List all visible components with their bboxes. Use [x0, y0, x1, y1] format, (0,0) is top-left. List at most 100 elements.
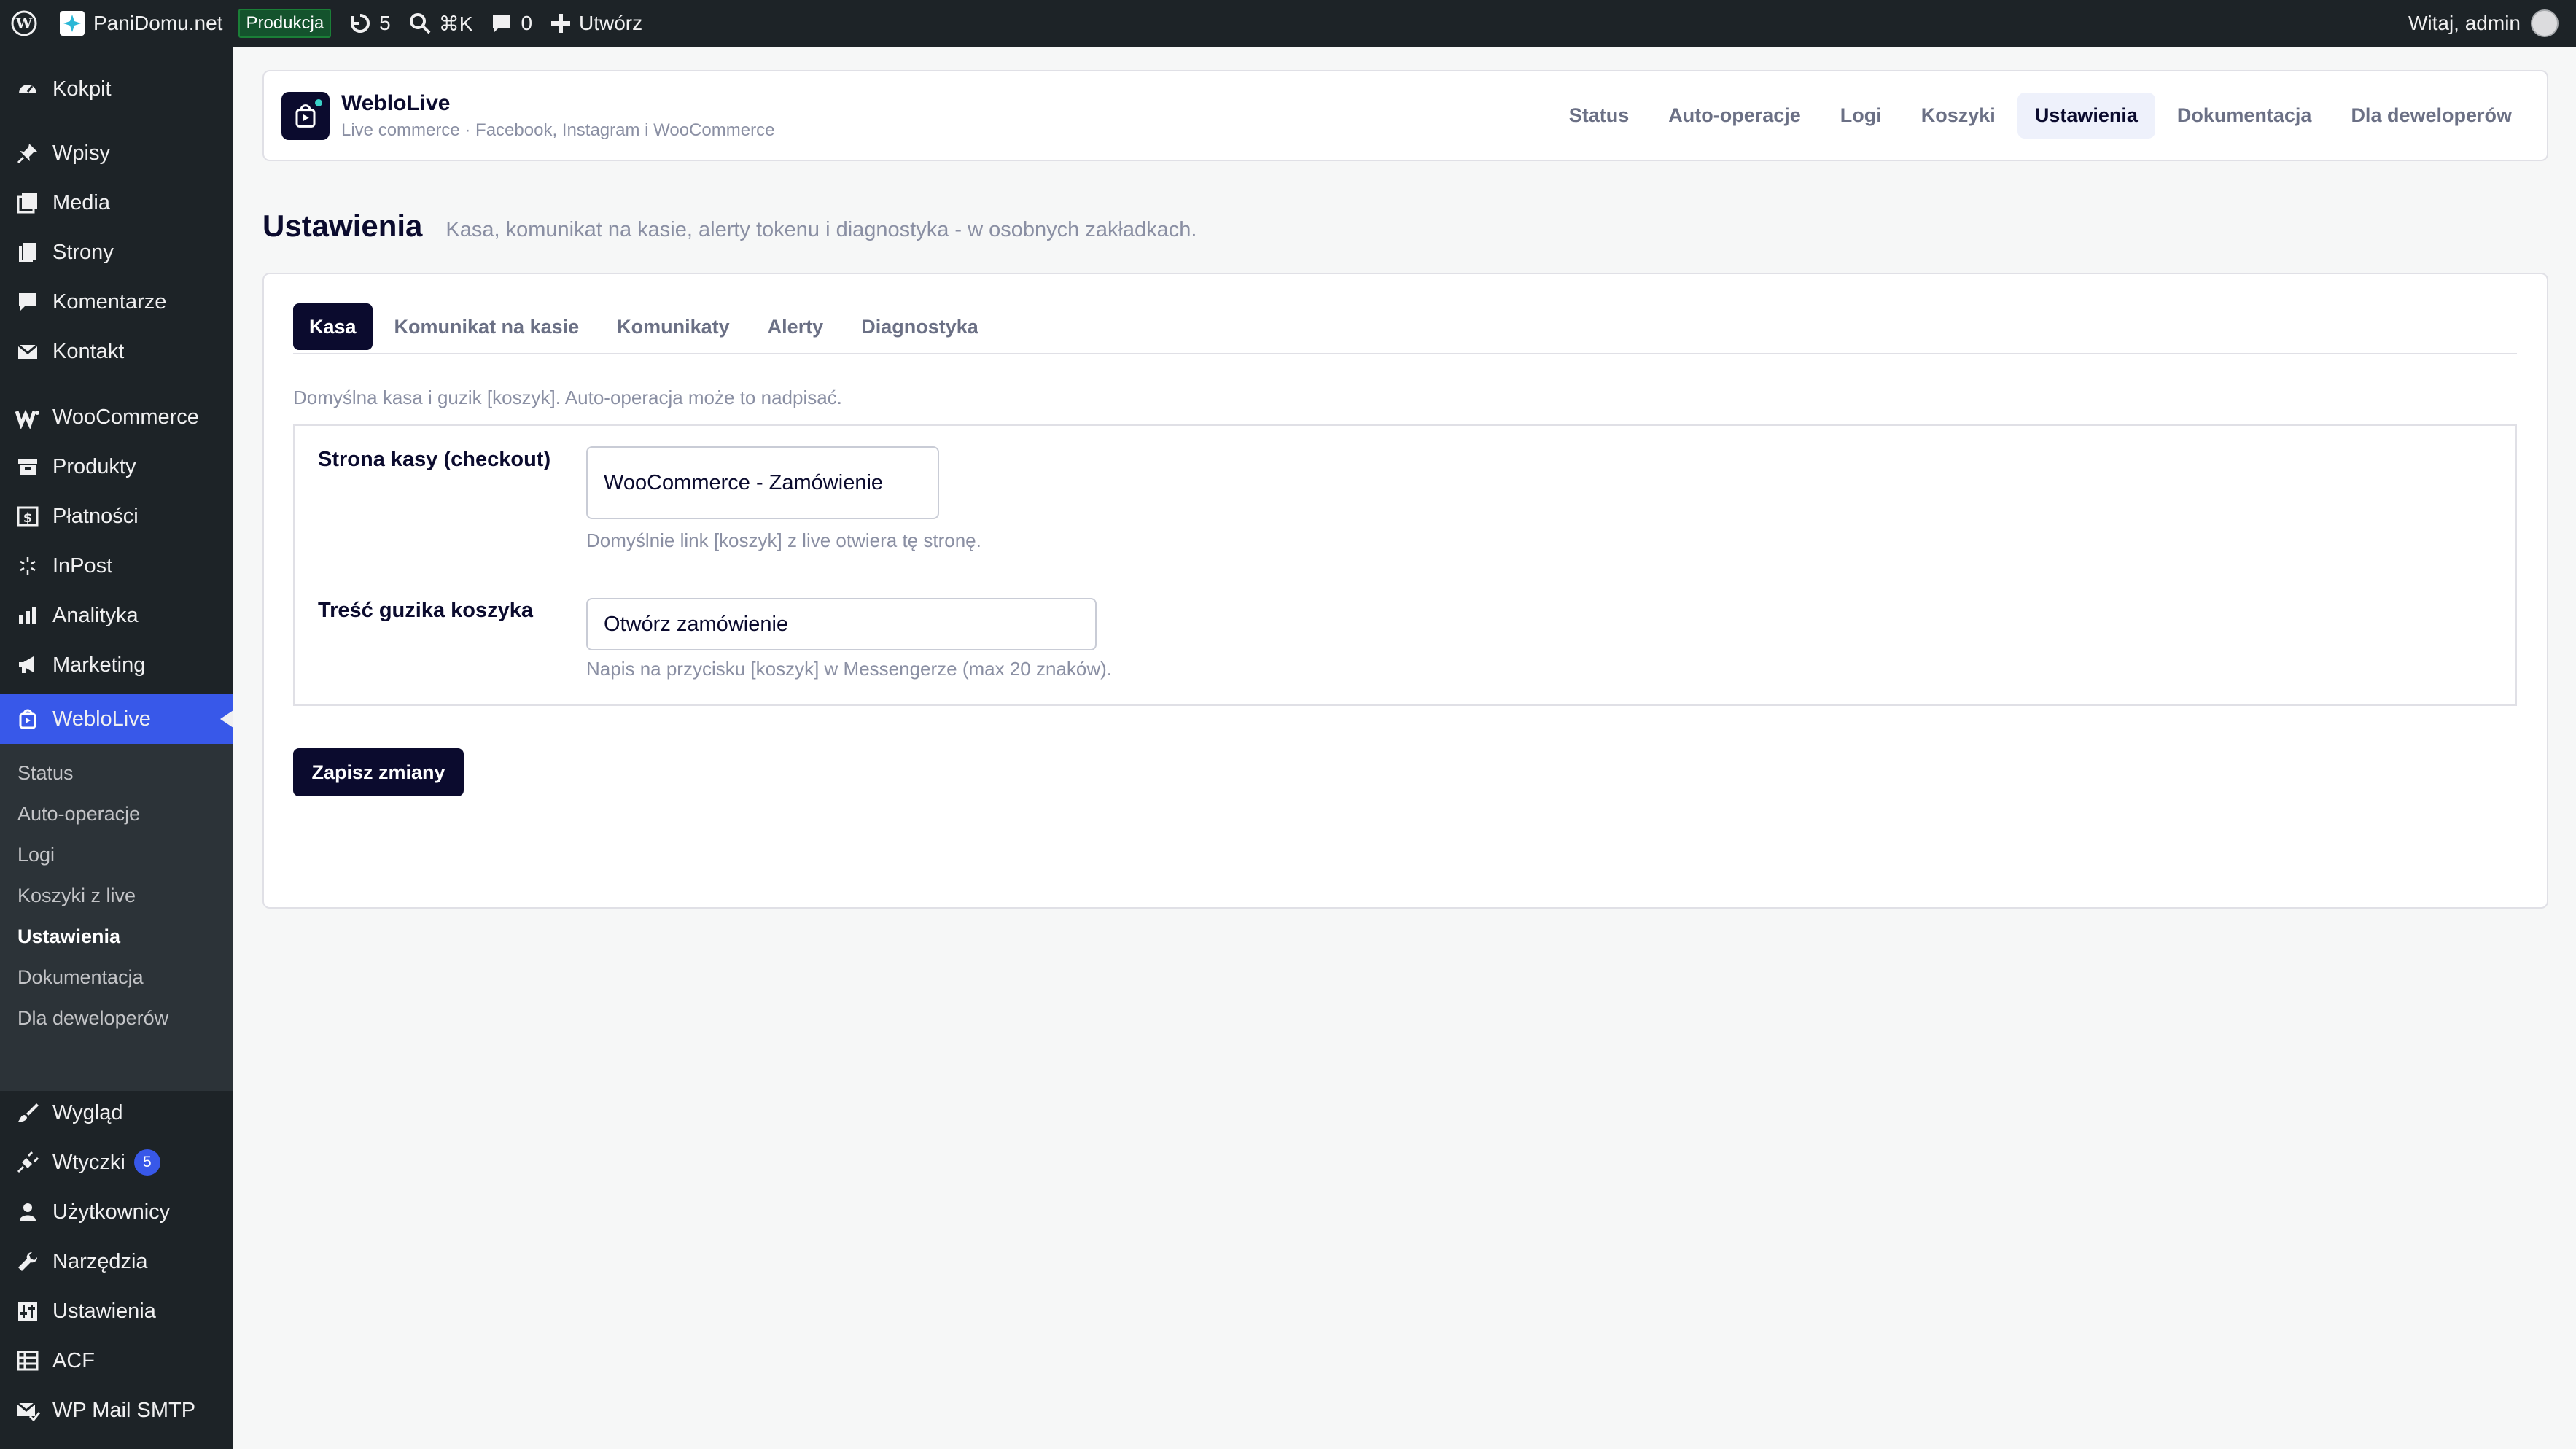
save-button[interactable]: Zapisz zmiany	[293, 748, 464, 796]
sidebar-item-comments[interactable]: Komentarze	[0, 277, 233, 327]
sidebar-item-label: Analityka	[52, 603, 139, 627]
plugin-nav-developers[interactable]: Dla deweloperów	[2333, 93, 2529, 139]
tab-checkout[interactable]: Kasa	[293, 303, 373, 350]
svg-text:W: W	[15, 15, 33, 32]
woocommerce-icon	[15, 404, 41, 430]
comments-count: 0	[521, 12, 533, 34]
sidebar-item-plugins[interactable]: Wtyczki 5	[0, 1138, 233, 1187]
sidebar-item-wp-mail-smtp[interactable]: WP Mail SMTP	[0, 1386, 233, 1435]
submenu-documentation[interactable]: Dokumentacja	[17, 963, 144, 992]
plugin-nav-status[interactable]: Status	[1552, 93, 1647, 139]
updates-count: 5	[379, 12, 391, 34]
plugin-icon	[15, 1149, 41, 1176]
inpost-icon	[15, 553, 41, 579]
pin-icon	[15, 140, 41, 166]
submenu-status[interactable]: Status	[17, 758, 74, 788]
site-icon	[60, 11, 85, 36]
sidebar-item-settings[interactable]: Ustawienia	[0, 1286, 233, 1336]
tab-diagnostics[interactable]: Diagnostyka	[845, 303, 995, 350]
search-link[interactable]: ⌘K	[400, 0, 482, 47]
plus-icon	[550, 12, 572, 34]
sidebar-item-label: Płatności	[52, 504, 139, 528]
sidebar-item-label: Kokpit	[52, 77, 112, 101]
live-indicator-icon	[315, 98, 322, 106]
updates-icon	[349, 12, 372, 35]
new-label: Utwórz	[579, 12, 643, 34]
plugin-nav: Status Auto-operacje Logi Koszyki Ustawi…	[1552, 93, 2529, 139]
sidebar-item-label: Wygląd	[52, 1100, 123, 1124]
archive-icon	[15, 454, 41, 480]
checkout-page-select[interactable]: WooCommerce - Zamówienie	[586, 446, 939, 519]
mail-check-icon	[15, 1397, 41, 1423]
settings-tabs: Kasa Komunikat na kasie Komunikaty Alert…	[293, 303, 2517, 354]
updates-link[interactable]: 5	[340, 0, 400, 47]
plugin-nav-carts[interactable]: Koszyki	[1904, 93, 2013, 139]
sidebar-item-label: Komentarze	[52, 290, 167, 314]
sidebar-item-inpost[interactable]: InPost	[0, 541, 233, 591]
cart-button-label: Treść guzika koszyka	[318, 599, 533, 622]
submenu-logs[interactable]: Logi	[17, 840, 55, 869]
site-name-link[interactable]: PaniDomu.net Produkcja	[48, 0, 340, 47]
plugin-nav-settings[interactable]: Ustawienia	[2017, 93, 2155, 139]
sidebar-item-label: InPost	[52, 553, 113, 578]
sidebar-item-appearance[interactable]: Wygląd	[0, 1088, 233, 1138]
plugin-header: WebloLive Live commerce · Facebook, Inst…	[262, 70, 2548, 161]
checkout-page-label: Strona kasy (checkout)	[318, 448, 551, 471]
plugin-nav-documentation[interactable]: Dokumentacja	[2160, 93, 2330, 139]
sidebar-item-label: Produkty	[52, 454, 136, 478]
settings-form: Strona kasy (checkout) WooCommerce - Zam…	[293, 424, 2517, 706]
admin-sidebar: Kokpit Wpisy Media Strony Komentarze Kon…	[0, 47, 233, 1449]
wordpress-logo-icon[interactable]: W	[0, 0, 48, 47]
sidebar-item-contact[interactable]: Kontakt	[0, 327, 233, 376]
sidebar-item-label: Użytkownicy	[52, 1200, 171, 1224]
submenu-settings[interactable]: Ustawienia	[17, 922, 120, 951]
weblolive-icon	[15, 706, 41, 732]
sidebar-item-acf[interactable]: ACF	[0, 1336, 233, 1386]
sidebar-item-media[interactable]: Media	[0, 178, 233, 228]
sidebar-item-tools[interactable]: Narzędzia	[0, 1237, 233, 1286]
submenu-developers[interactable]: Dla deweloperów	[17, 1003, 168, 1033]
admin-bar: W PaniDomu.net Produkcja 5 ⌘K 0 Utwórz W…	[0, 0, 2576, 47]
sidebar-item-label: Marketing	[52, 653, 146, 677]
main-content: WebloLive Live commerce · Facebook, Inst…	[233, 47, 2576, 1449]
media-icon	[15, 190, 41, 216]
comment-icon	[490, 12, 513, 35]
site-name: PaniDomu.net	[93, 12, 223, 34]
checkout-page-help: Domyślnie link [koszyk] z live otwiera t…	[586, 529, 981, 551]
sidebar-item-payments[interactable]: $ Płatności	[0, 492, 233, 541]
new-content-link[interactable]: Utwórz	[541, 0, 651, 47]
plugins-update-badge: 5	[133, 1149, 160, 1176]
sidebar-item-users[interactable]: Użytkownicy	[0, 1187, 233, 1237]
tab-checkout-message[interactable]: Komunikat na kasie	[378, 303, 596, 350]
sidebar-item-label: WooCommerce	[52, 405, 199, 429]
settings-card: Kasa Komunikat na kasie Komunikaty Alert…	[262, 273, 2548, 909]
tab-messages[interactable]: Komunikaty	[601, 303, 746, 350]
chart-icon	[15, 602, 41, 629]
submenu-live-carts[interactable]: Koszyki z live	[17, 881, 136, 910]
sidebar-item-label: Media	[52, 190, 110, 214]
user-icon	[15, 1199, 41, 1225]
comments-link[interactable]: 0	[481, 0, 541, 47]
sidebar-item-label: Ustawienia	[52, 1299, 156, 1323]
sidebar-item-weblolive[interactable]: WebloLive	[0, 694, 233, 744]
tab-alerts[interactable]: Alerty	[752, 303, 840, 350]
sidebar-item-analytics[interactable]: Analityka	[0, 591, 233, 640]
page-heading: Ustawienia Kasa, komunikat na kasie, ale…	[262, 209, 1196, 244]
weblolive-logo-icon	[281, 91, 330, 140]
sidebar-item-woocommerce[interactable]: WooCommerce	[0, 392, 233, 442]
wrench-icon	[15, 1248, 41, 1275]
sidebar-item-posts[interactable]: Wpisy	[0, 128, 233, 178]
sidebar-item-label: Narzędzia	[52, 1249, 148, 1273]
my-account-link[interactable]: Witaj, admin	[2400, 0, 2576, 47]
cart-button-text-input[interactable]: Otwórz zamówienie	[586, 598, 1097, 650]
submenu-auto-operations[interactable]: Auto-operacje	[17, 799, 140, 828]
sidebar-item-marketing[interactable]: Marketing	[0, 640, 233, 690]
sidebar-item-pages[interactable]: Strony	[0, 228, 233, 277]
sidebar-item-label: Kontakt	[52, 339, 125, 363]
plugin-nav-logs[interactable]: Logi	[1823, 93, 1899, 139]
greeting: Witaj, admin	[2408, 12, 2521, 34]
sidebar-item-dashboard[interactable]: Kokpit	[0, 64, 233, 114]
plugin-nav-auto-operations[interactable]: Auto-operacje	[1651, 93, 1818, 139]
cart-button-help: Napis na przycisku [koszyk] w Messengerz…	[586, 658, 1113, 680]
sidebar-item-products[interactable]: Produkty	[0, 442, 233, 492]
